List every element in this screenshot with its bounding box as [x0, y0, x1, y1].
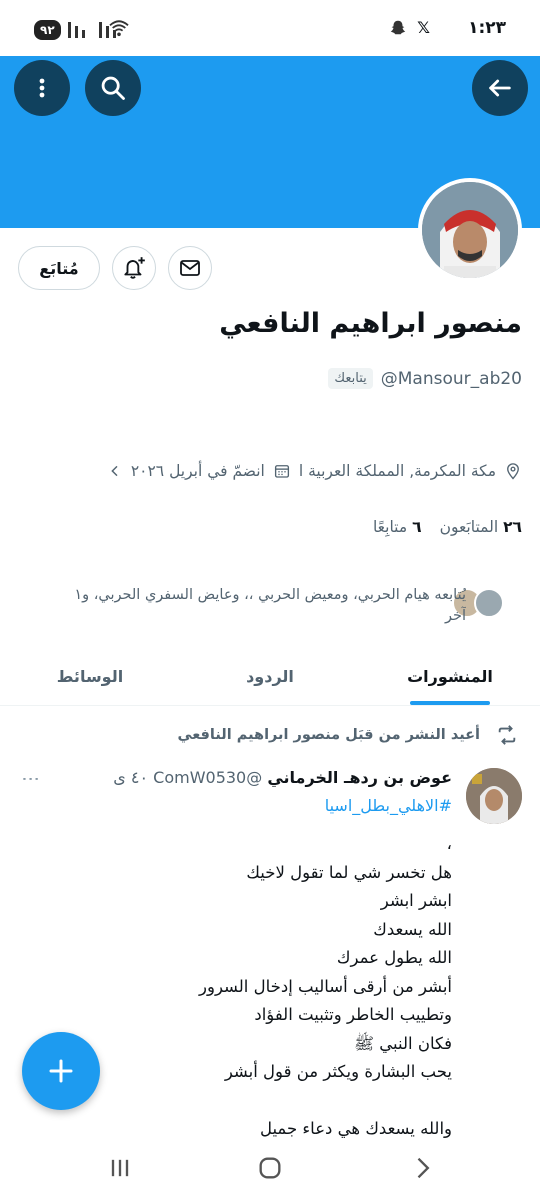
followers-label: المتابَعون: [439, 518, 499, 536]
compose-button[interactable]: [22, 1032, 100, 1110]
tweet-time: ٤٠ ى: [113, 768, 149, 787]
tweet-hashtag[interactable]: #الاهلي_بطل_اسيا: [325, 796, 452, 815]
followed-by-text[interactable]: يُتابعه هيام الحربي، ومعيض الحربي ،، وعا…: [0, 585, 466, 627]
bell-plus-icon: [124, 257, 145, 279]
tab-replies[interactable]: الردود: [180, 648, 360, 705]
avatar-image: [422, 182, 518, 278]
chevron-left-icon[interactable]: [107, 463, 123, 479]
back-button[interactable]: [472, 60, 528, 116]
arrow-left-icon: [489, 79, 511, 97]
more-options-button[interactable]: [14, 60, 70, 116]
profile-location: مكة المكرمة, المملكة العربية ا: [298, 462, 496, 480]
status-bar: ٩٢ 𝕏 ١:٢٣: [0, 0, 540, 56]
following-link[interactable]: ٦ متابِعًا: [373, 518, 422, 536]
follows-you-badge: يتابعك: [328, 368, 373, 389]
repost-label: أعيد النشر من قبَل منصور ابراهيم النافعي: [177, 727, 480, 743]
snapchat-icon: [390, 20, 406, 34]
repost-indicator: أعيد النشر من قبَل منصور ابراهيم النافعي: [178, 724, 518, 746]
handle-row: @Mansour_ab20 يتابعك: [328, 368, 522, 389]
battery-indicator: ٩٢: [34, 20, 61, 40]
plus-icon: [49, 1059, 73, 1083]
back-nav-icon[interactable]: [408, 1154, 436, 1182]
calendar-icon: [274, 465, 289, 478]
tweet-author-handle[interactable]: @ComW0530: [153, 768, 262, 787]
message-button[interactable]: [168, 246, 212, 290]
x-icon: 𝕏: [417, 18, 430, 37]
location-pin-icon: [507, 463, 519, 480]
system-navigation-bar: [0, 1138, 540, 1200]
followed-by-line-1: يُتابعه هيام الحربي، ومعيض الحربي ،، وعا…: [74, 587, 466, 603]
search-icon: [101, 76, 125, 100]
home-icon[interactable]: [256, 1154, 284, 1182]
wifi-icon: [109, 20, 129, 37]
profile-handle: @Mansour_ab20: [380, 368, 522, 389]
recent-apps-icon[interactable]: [106, 1154, 134, 1182]
notifications-button[interactable]: [112, 246, 156, 290]
tweet-author-avatar[interactable]: [466, 768, 522, 824]
following-count: ٦: [412, 518, 422, 536]
following-button[interactable]: مُتابَع: [18, 246, 100, 290]
tweet-more-icon[interactable]: ⋮: [20, 770, 41, 786]
followers-link[interactable]: ٢٦ المتابَعون: [440, 518, 522, 536]
profile-name: منصور ابراهيم النافعي: [219, 308, 522, 339]
follow-counts: ٢٦ المتابَعون ٦ متابِعًا: [373, 518, 522, 536]
profile-meta: مكة المكرمة, المملكة العربية ا انضمّ في …: [107, 462, 522, 480]
profile-tabs: المنشورات الردود الوسائط: [0, 648, 540, 706]
status-time: ١:٢٣: [468, 18, 506, 38]
mail-icon: [180, 260, 200, 276]
mutual-followers-avatars[interactable]: [452, 588, 504, 618]
more-vertical-icon: [39, 78, 45, 98]
following-label: متابِعًا: [372, 518, 408, 536]
followers-count: ٢٦: [503, 518, 522, 536]
profile-joined-date: انضمّ في أبريل ٢٠٢٦: [130, 462, 265, 480]
profile-avatar[interactable]: [418, 178, 522, 282]
search-button[interactable]: [85, 60, 141, 116]
followed-by-line-2: آخر: [445, 608, 466, 625]
tweet-header: عوض بن ردهـ الخرماني @ComW0530 ٤٠ ى: [113, 768, 452, 787]
tab-posts[interactable]: المنشورات: [360, 648, 540, 705]
repost-icon: [498, 725, 516, 745]
tweet-avatar-image: [466, 768, 522, 824]
tweet-author-name[interactable]: عوض بن ردهـ الخرماني: [267, 768, 452, 787]
tab-media[interactable]: الوسائط: [0, 648, 180, 705]
